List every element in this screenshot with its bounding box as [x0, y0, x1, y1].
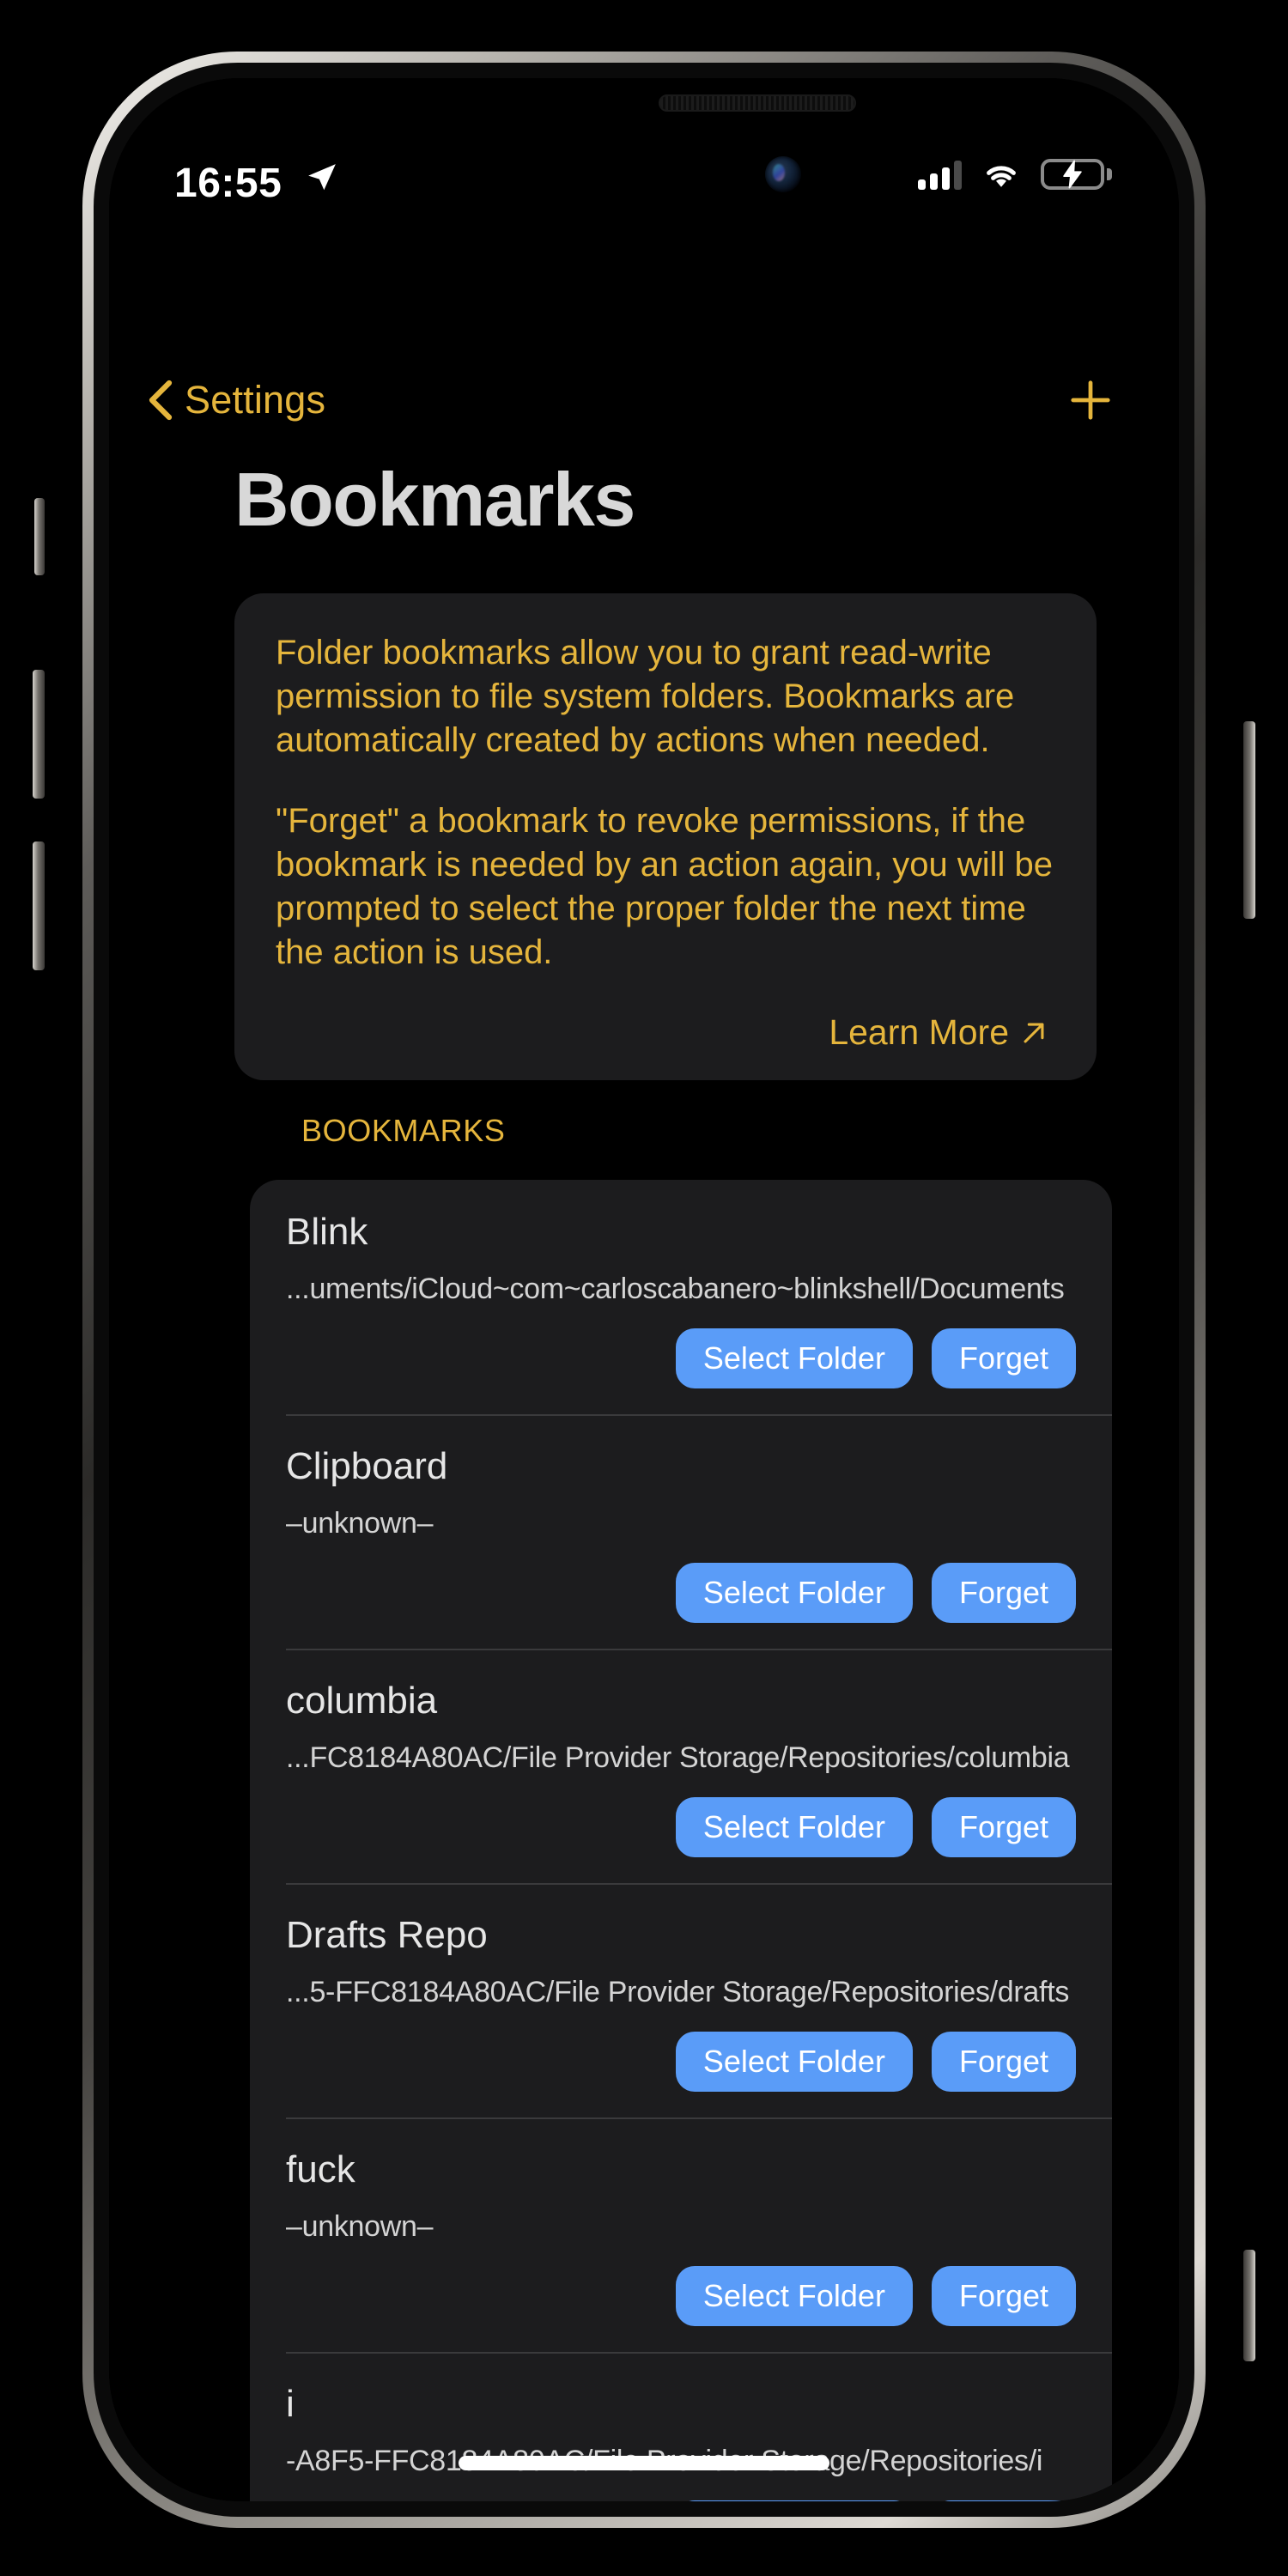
front-camera-icon — [765, 156, 801, 192]
bookmark-name: Clipboard — [286, 1445, 448, 1487]
bookmark-actions: Select Folder Forget — [286, 2500, 1076, 2501]
section-header-bookmarks: BOOKMARKS — [301, 1113, 506, 1148]
bookmark-row[interactable]: fuck –unknown– Select Folder Forget — [250, 2117, 1112, 2352]
volume-down-button[interactable] — [33, 841, 45, 970]
forget-button[interactable]: Forget — [931, 2032, 1076, 2092]
select-folder-button[interactable]: Select Folder — [675, 1328, 913, 1388]
navigation-bar: Settings — [109, 353, 1179, 447]
home-indicator[interactable] — [459, 2456, 829, 2470]
bookmark-actions: Select Folder Forget — [286, 2032, 1076, 2092]
forget-button[interactable]: Forget — [931, 1563, 1076, 1623]
bookmark-name: fuck — [286, 2148, 355, 2190]
bookmark-path: ...FC8184A80AC/File Provider Storage/Rep… — [286, 1741, 1070, 1774]
forget-button[interactable]: Forget — [931, 1328, 1076, 1388]
location-arrow-icon — [308, 164, 336, 191]
bookmark-name: Drafts Repo — [286, 1914, 488, 1956]
info-paragraph-2: "Forget" a bookmark to revoke permission… — [276, 801, 1053, 972]
bookmark-row[interactable]: Blink ...uments/iCloud~com~carloscabaner… — [250, 1180, 1112, 1414]
info-paragraph-1: Folder bookmarks allow you to grant read… — [276, 634, 1015, 760]
silent-switch-button[interactable] — [34, 498, 45, 575]
bookmark-name: i — [286, 2383, 295, 2425]
bookmark-row[interactable]: i -A8F5-FFC8184A80AC/File Provider Stora… — [250, 2352, 1112, 2501]
bookmark-actions: Select Folder Forget — [286, 1563, 1076, 1623]
select-folder-button[interactable]: Select Folder — [675, 2266, 913, 2326]
bookmark-actions: Select Folder Forget — [286, 1797, 1076, 1857]
learn-more-label: Learn More — [829, 1012, 1009, 1053]
status-time: 16:55 — [174, 161, 283, 206]
back-button-label: Settings — [185, 378, 326, 422]
bookmark-path: ...5-FFC8184A80AC/File Provider Storage/… — [286, 1976, 1070, 2008]
forget-button[interactable]: Forget — [931, 2266, 1076, 2326]
phone-screen: 16:55 Settings Bookmarks Folder bookmark… — [109, 78, 1179, 2501]
bookmark-row[interactable]: columbia ...FC8184A80AC/File Provider St… — [250, 1649, 1112, 1883]
learn-more-row: Learn More — [276, 1012, 1055, 1053]
bookmark-name: columbia — [286, 1680, 438, 1722]
forget-button[interactable]: Forget — [931, 2500, 1076, 2501]
page-title: Bookmarks — [234, 457, 635, 542]
bookmark-path: –unknown– — [286, 1507, 434, 1540]
cellular-bars-icon — [918, 159, 962, 190]
forget-button[interactable]: Forget — [931, 1797, 1076, 1857]
bookmark-actions: Select Folder Forget — [286, 1328, 1076, 1388]
info-card: Folder bookmarks allow you to grant read… — [234, 593, 1097, 1081]
volume-up-button[interactable] — [33, 670, 45, 799]
bookmark-actions: Select Folder Forget — [286, 2266, 1076, 2326]
wifi-icon — [987, 166, 1016, 187]
dynamic-island — [442, 126, 846, 222]
bookmark-path: –unknown– — [286, 2210, 434, 2243]
bookmark-row[interactable]: Clipboard –unknown– Select Folder Forget — [250, 1414, 1112, 1649]
plus-icon[interactable] — [1067, 377, 1114, 423]
chevron-left-icon — [149, 380, 173, 421]
bookmark-name: Blink — [286, 1211, 368, 1253]
earpiece-speaker — [659, 94, 856, 112]
select-folder-button[interactable]: Select Folder — [675, 1563, 913, 1623]
arrow-up-right-icon — [1024, 1023, 1044, 1043]
select-folder-button[interactable]: Select Folder — [675, 2500, 913, 2501]
power-button[interactable] — [1243, 721, 1255, 919]
bookmark-path: ...uments/iCloud~com~carloscabanero~blin… — [286, 1273, 1065, 1305]
back-button[interactable]: Settings — [147, 378, 325, 422]
battery-charging-icon — [1041, 159, 1112, 190]
select-folder-button[interactable]: Select Folder — [675, 2032, 913, 2092]
side-button-lower[interactable] — [1243, 2250, 1255, 2361]
bookmarks-list: Blink ...uments/iCloud~com~carloscabaner… — [250, 1180, 1112, 2501]
learn-more-link[interactable]: Learn More — [829, 1012, 1048, 1053]
bookmark-row[interactable]: Drafts Repo ...5-FFC8184A80AC/File Provi… — [250, 1883, 1112, 2117]
bookmarks-screen: 16:55 Settings Bookmarks Folder bookmark… — [109, 78, 1179, 2501]
status-icons — [918, 159, 1112, 190]
select-folder-button[interactable]: Select Folder — [675, 1797, 913, 1857]
